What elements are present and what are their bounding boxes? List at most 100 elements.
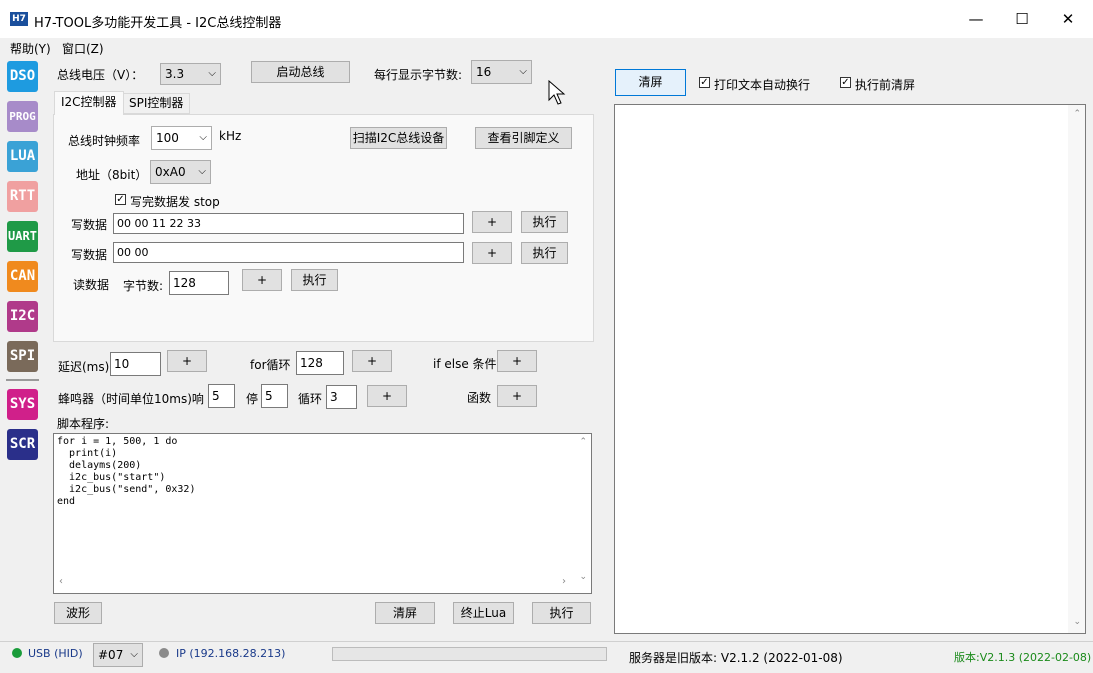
clock-label: 总线时钟频率 bbox=[68, 134, 141, 148]
voltage-select[interactable]: 3.3 ⌵ bbox=[160, 63, 221, 85]
close-button[interactable]: ✕ bbox=[1053, 8, 1083, 30]
maximize-button[interactable]: ☐ bbox=[1007, 8, 1037, 30]
chevron-down-icon: ⌵ bbox=[130, 649, 138, 660]
sidebar-spi-button[interactable]: SPI bbox=[7, 341, 38, 372]
read-label: 读数据 bbox=[73, 278, 110, 292]
write2-label: 写数据 bbox=[71, 248, 108, 262]
tab-i2c-controller[interactable]: I2C控制器 bbox=[54, 91, 124, 115]
scroll-up-icon[interactable]: ⌃ bbox=[1073, 109, 1081, 119]
stop-lua-button[interactable]: 终止Lua bbox=[453, 602, 514, 624]
read-plus-button[interactable]: + bbox=[242, 269, 282, 291]
scroll-left-icon[interactable]: ‹ bbox=[59, 576, 63, 587]
for-loop-label: for循环 bbox=[250, 358, 291, 372]
device-value: #07 bbox=[98, 648, 124, 662]
clear-before-label: 执行前清屏 bbox=[855, 78, 916, 92]
device-select[interactable]: #07 ⌵ bbox=[93, 643, 143, 667]
beep-off-input[interactable]: 5 bbox=[261, 384, 288, 408]
write2-execute-button[interactable]: 执行 bbox=[521, 242, 568, 264]
read-bytes-input[interactable]: 128 bbox=[169, 271, 229, 295]
bytes-per-line-select[interactable]: 16 ⌵ bbox=[471, 60, 532, 84]
address-value: 0xA0 bbox=[155, 165, 186, 179]
start-bus-button[interactable]: 启动总线 bbox=[251, 61, 350, 83]
script-clear-button[interactable]: 清屏 bbox=[375, 602, 435, 624]
script-execute-button[interactable]: 执行 bbox=[532, 602, 591, 624]
for-loop-input[interactable]: 128 bbox=[296, 351, 344, 375]
read-execute-button[interactable]: 执行 bbox=[291, 269, 338, 291]
sidebar-uart-button[interactable]: UART bbox=[7, 221, 38, 252]
sidebar-prog-button[interactable]: PROG bbox=[7, 101, 38, 132]
progress-bar bbox=[332, 647, 607, 661]
chevron-down-icon: ⌵ bbox=[519, 66, 527, 77]
sidebar-lua-button[interactable]: LUA bbox=[7, 141, 38, 172]
script-editor[interactable]: for i = 1, 500, 1 do print(i) delayms(20… bbox=[53, 433, 592, 594]
write1-input[interactable]: 00 00 11 22 33 bbox=[113, 213, 464, 234]
clear-before-checkbox[interactable]: ✓ bbox=[840, 77, 851, 88]
autowrap-label: 打印文本自动换行 bbox=[714, 78, 811, 92]
server-version-message: 服务器是旧版本: V2.1.2 (2022-01-08) bbox=[629, 651, 843, 665]
script-label: 脚本程序: bbox=[57, 417, 110, 431]
beep-loop-input[interactable]: 3 bbox=[326, 385, 357, 409]
beep-on-input[interactable]: 5 bbox=[208, 384, 235, 408]
write1-execute-button[interactable]: 执行 bbox=[521, 211, 568, 233]
function-plus-button[interactable]: + bbox=[497, 385, 537, 407]
ip-status-indicator bbox=[159, 648, 169, 658]
pin-definition-button[interactable]: 查看引脚定义 bbox=[475, 127, 572, 149]
sidebar-i2c-button[interactable]: I2C bbox=[7, 301, 38, 332]
bytes-per-line-value: 16 bbox=[476, 65, 492, 79]
chevron-down-icon: ⌵ bbox=[198, 166, 206, 177]
chevron-down-icon: ⌵ bbox=[208, 68, 216, 79]
scan-i2c-button[interactable]: 扫描I2C总线设备 bbox=[350, 127, 447, 149]
address-label: 地址（8bit） bbox=[76, 168, 148, 182]
app-version-label: 版本:V2.1.3 (2022-02-08) bbox=[954, 651, 1092, 664]
function-label: 函数 bbox=[467, 391, 492, 405]
beep-loop-label: 循环 bbox=[298, 392, 323, 406]
write2-input[interactable]: 00 00 bbox=[113, 242, 464, 263]
output-scrollbar[interactable] bbox=[1068, 105, 1085, 633]
write2-plus-button[interactable]: + bbox=[472, 242, 512, 264]
minimize-button[interactable]: — bbox=[961, 8, 991, 30]
delay-label: 延迟(ms) bbox=[58, 360, 110, 374]
address-select[interactable]: 0xA0 ⌵ bbox=[150, 160, 211, 184]
bytes-per-line-label: 每行显示字节数: bbox=[374, 68, 463, 82]
sidebar-divider bbox=[6, 379, 39, 381]
sidebar-rtt-button[interactable]: RTT bbox=[7, 181, 38, 212]
scroll-up-icon[interactable]: ⌃ bbox=[579, 437, 587, 447]
ip-status-label: IP (192.168.28.213) bbox=[176, 647, 286, 660]
scroll-down-icon[interactable]: ⌄ bbox=[579, 572, 587, 582]
voltage-label: 总线电压（V）： bbox=[57, 68, 144, 82]
scroll-down-icon[interactable]: ⌄ bbox=[1073, 617, 1081, 627]
menu-bar bbox=[0, 38, 1093, 58]
output-console[interactable]: ⌃ ⌄ bbox=[614, 104, 1086, 634]
window-title: H7-TOOL多功能开发工具 - I2C总线控制器 bbox=[34, 16, 282, 31]
write1-label: 写数据 bbox=[71, 218, 108, 232]
autowrap-checkbox[interactable]: ✓ bbox=[699, 77, 710, 88]
stop-checkbox[interactable]: ✓ bbox=[115, 194, 126, 205]
if-else-plus-button[interactable]: + bbox=[497, 350, 537, 372]
stop-checkbox-label: 写完数据发 stop bbox=[130, 195, 220, 209]
delay-input[interactable]: 10 bbox=[110, 352, 161, 376]
write1-plus-button[interactable]: + bbox=[472, 211, 512, 233]
clock-value: 100 bbox=[156, 131, 179, 145]
usb-status-label: USB (HID) bbox=[28, 647, 83, 660]
for-loop-plus-button[interactable]: + bbox=[352, 350, 392, 372]
sidebar-dso-button[interactable]: DSO bbox=[7, 61, 38, 92]
scroll-right-icon[interactable]: › bbox=[562, 576, 566, 587]
read-bytes-label: 字节数: bbox=[123, 279, 164, 293]
beep-plus-button[interactable]: + bbox=[367, 385, 407, 407]
sidebar-can-button[interactable]: CAN bbox=[7, 261, 38, 292]
tab-spi-controller[interactable]: SPI控制器 bbox=[122, 93, 191, 114]
app-icon: H7 bbox=[10, 12, 28, 26]
mouse-cursor-icon bbox=[548, 80, 566, 105]
waveform-button[interactable]: 波形 bbox=[54, 602, 102, 624]
delay-plus-button[interactable]: + bbox=[167, 350, 207, 372]
beep-label: 蜂鸣器（时间单位10ms)响 bbox=[58, 392, 204, 406]
output-clear-button[interactable]: 清屏 bbox=[615, 69, 686, 96]
script-code[interactable]: for i = 1, 500, 1 do print(i) delayms(20… bbox=[57, 436, 195, 508]
clock-unit: kHz bbox=[219, 129, 242, 143]
clock-select[interactable]: 100 ⌵ bbox=[151, 126, 212, 150]
sidebar-sys-button[interactable]: SYS bbox=[7, 389, 38, 420]
usb-status-indicator bbox=[12, 648, 22, 658]
menu-help[interactable]: 帮助(Y) bbox=[10, 40, 51, 57]
sidebar-scr-button[interactable]: SCR bbox=[7, 429, 38, 460]
menu-window[interactable]: 窗口(Z) bbox=[62, 40, 104, 57]
